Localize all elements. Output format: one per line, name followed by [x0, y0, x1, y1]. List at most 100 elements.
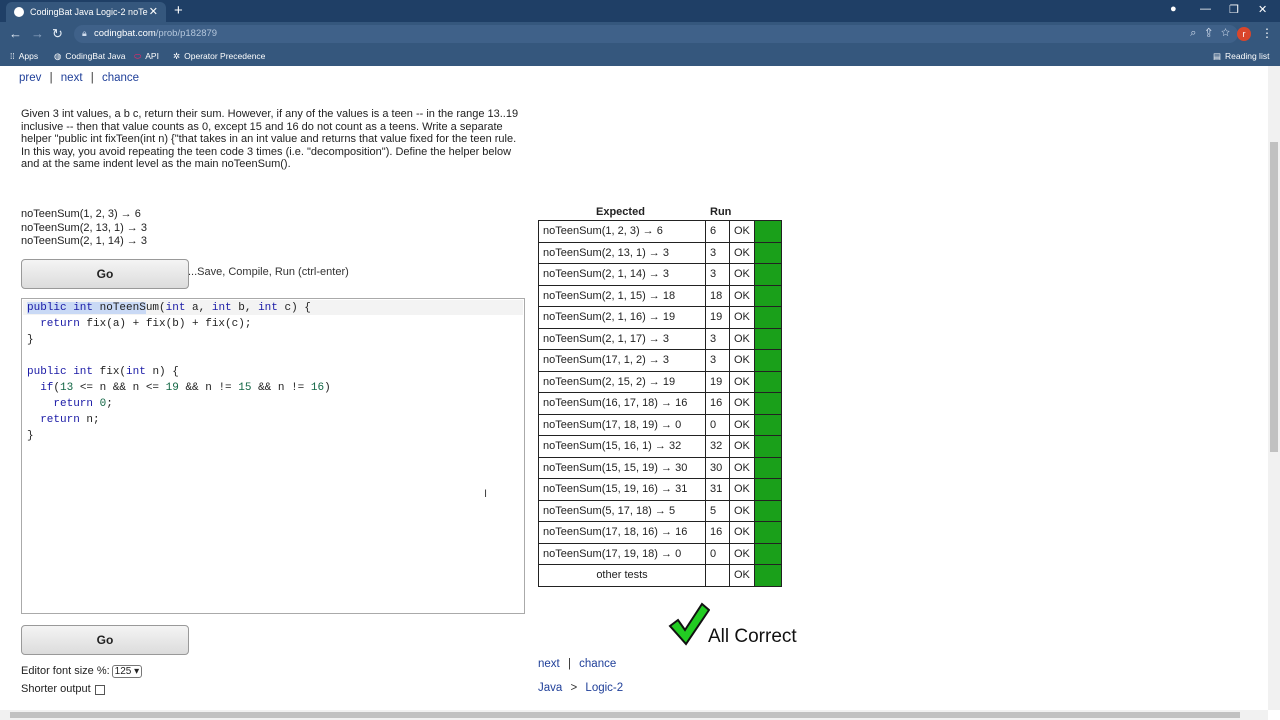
result-pass-indicator [753, 564, 782, 587]
result-run [705, 564, 730, 587]
chance-link-bottom[interactable]: chance [579, 658, 616, 670]
restore-icon[interactable]: ❐ [1229, 3, 1239, 16]
profile-avatar[interactable]: r [1237, 27, 1251, 41]
result-row: noTeenSum(15, 19, 16) → 31 31 OK [538, 478, 782, 501]
bookmark-star-icon[interactable]: ☆ [1221, 27, 1230, 39]
bookmark-api[interactable]: ⬭ API [134, 51, 159, 62]
result-run: 30 [705, 456, 730, 479]
code-line: } [27, 430, 34, 442]
result-expected: noTeenSum(2, 13, 1) → 3 [538, 241, 706, 264]
nav-separator: | [90, 72, 94, 84]
result-pass-indicator [753, 478, 782, 501]
result-run: 19 [705, 370, 730, 393]
vertical-scrollbar[interactable] [1268, 66, 1280, 710]
result-row: noTeenSum(17, 19, 18) → 0 0 OK [538, 542, 782, 565]
result-status: OK [729, 327, 755, 350]
bookmark-apps[interactable]: ⁞⁞ Apps [10, 51, 38, 61]
url-path: /prob/p182879 [155, 28, 218, 39]
lock-icon: 🔒︎ [82, 28, 87, 38]
next-link-bottom[interactable]: next [538, 658, 560, 670]
examples: noTeenSum(1, 2, 3) → 6 noTeenSum(2, 13, … [21, 208, 147, 249]
back-icon[interactable]: ← [9, 26, 22, 41]
result-status: OK [729, 263, 755, 286]
result-run: 16 [705, 521, 730, 544]
minimize-icon[interactable]: — [1200, 3, 1211, 15]
result-row: noTeenSum(17, 18, 19) → 0 0 OK [538, 413, 782, 436]
result-pass-indicator [753, 435, 782, 458]
result-row: noTeenSum(1, 2, 3) → 6 6 OK [538, 220, 782, 243]
result-expected: noTeenSum(2, 1, 16) → 19 [538, 306, 706, 329]
text-cursor-icon: I [484, 488, 488, 500]
result-status: OK [729, 220, 755, 243]
prev-link[interactable]: prev [19, 72, 41, 84]
nav-separator: | [567, 658, 571, 670]
result-pass-indicator [753, 456, 782, 479]
bookmark-operator-precedence[interactable]: ✲ Operator Precedence [173, 51, 265, 62]
forward-icon[interactable]: → [31, 26, 44, 41]
result-status: OK [729, 370, 755, 393]
result-run: 32 [705, 435, 730, 458]
top-nav: prev | next | chance [19, 72, 139, 84]
result-run: 3 [705, 241, 730, 264]
scrollbar-thumb[interactable] [1270, 142, 1278, 452]
result-expected: noTeenSum(2, 1, 14) → 3 [538, 263, 706, 286]
new-tab-icon[interactable]: + [174, 2, 183, 19]
reload-icon[interactable]: ↻ [52, 26, 63, 42]
code-line: return 0; [53, 398, 113, 410]
code-line: public int noTeenSum(int a, int b, int c… [27, 302, 311, 314]
next-link[interactable]: next [61, 72, 83, 84]
result-status: OK [729, 413, 755, 436]
result-run: 0 [705, 542, 730, 565]
breadcrumb: Java > Logic-2 [538, 682, 623, 694]
result-pass-indicator [753, 542, 782, 565]
expected-header: Expected [596, 206, 645, 218]
result-pass-indicator [753, 263, 782, 286]
share-icon[interactable]: ⇪ [1206, 27, 1212, 39]
go-button[interactable]: Go [21, 259, 189, 289]
result-expected: noTeenSum(15, 15, 19) → 30 [538, 456, 706, 479]
breadcrumb-java[interactable]: Java [538, 682, 562, 694]
zoom-icon[interactable]: ⌕ [1190, 27, 1196, 39]
result-pass-indicator [753, 370, 782, 393]
hscrollbar-thumb[interactable] [10, 712, 1240, 718]
result-row: noTeenSum(2, 1, 17) → 3 3 OK [538, 327, 782, 350]
tab-search-icon[interactable]: ● [1170, 3, 1177, 15]
breadcrumb-logic2[interactable]: Logic-2 [585, 682, 623, 694]
example-line: noTeenSum(2, 13, 1) → 3 [21, 221, 147, 234]
result-row: noTeenSum(2, 1, 14) → 3 3 OK [538, 263, 782, 286]
browser-tab[interactable]: CodingBat Java Logic-2 noTeenSum ✕ [6, 2, 166, 22]
result-status: OK [729, 521, 755, 544]
chance-link[interactable]: chance [102, 72, 139, 84]
address-bar[interactable]: 🔒︎ codingbat.com/prob/p182879 ⌕ ⇪ ☆ [74, 25, 1238, 43]
code-line: return n; [40, 414, 100, 426]
result-run: 3 [705, 349, 730, 372]
result-run: 5 [705, 499, 730, 522]
result-row: noTeenSum(2, 1, 15) → 18 18 OK [538, 284, 782, 307]
apps-grid-icon: ⁞⁞ [10, 51, 15, 61]
result-run: 18 [705, 284, 730, 307]
shorter-output-checkbox[interactable] [94, 685, 105, 695]
code-editor[interactable]: public int noTeenSum(int a, int b, int c… [21, 298, 525, 614]
reading-list[interactable]: ▤ Reading list [1213, 51, 1269, 62]
result-expected: noTeenSum(2, 15, 2) → 19 [538, 370, 706, 393]
close-window-icon[interactable]: ✕ [1258, 3, 1267, 16]
result-status: OK [729, 349, 755, 372]
shorter-output: Shorter output [21, 683, 105, 695]
menu-icon[interactable]: ⋮ [1261, 26, 1273, 40]
favicon-icon [14, 7, 24, 17]
result-row: noTeenSum(16, 17, 18) → 16 16 OK [538, 392, 782, 415]
bookmarks-bar: ⁞⁞ Apps ◍ CodingBat Java ⬭ API ✲ Operator Pr… [0, 46, 1280, 66]
result-expected: noTeenSum(17, 18, 19) → 0 [538, 413, 706, 436]
result-row: noTeenSum(5, 17, 18) → 5 5 OK [538, 499, 782, 522]
tab-title: CodingBat Java Logic-2 noTeenSum [30, 7, 148, 17]
font-size-select[interactable]: 125 ▾ [111, 665, 143, 678]
horizontal-scrollbar[interactable] [0, 710, 1268, 720]
run-header: Run [710, 206, 732, 218]
result-status: OK [729, 564, 755, 587]
close-tab-icon[interactable]: ✕ [149, 5, 158, 18]
go-button-bottom[interactable]: Go [21, 625, 189, 655]
code-line: public int fix(int n) { [27, 366, 179, 378]
bookmark-codingbat[interactable]: ◍ CodingBat Java [54, 51, 125, 62]
editor-font-size: Editor font size %: 125 ▾ [21, 665, 143, 678]
result-expected: other tests [538, 564, 706, 587]
